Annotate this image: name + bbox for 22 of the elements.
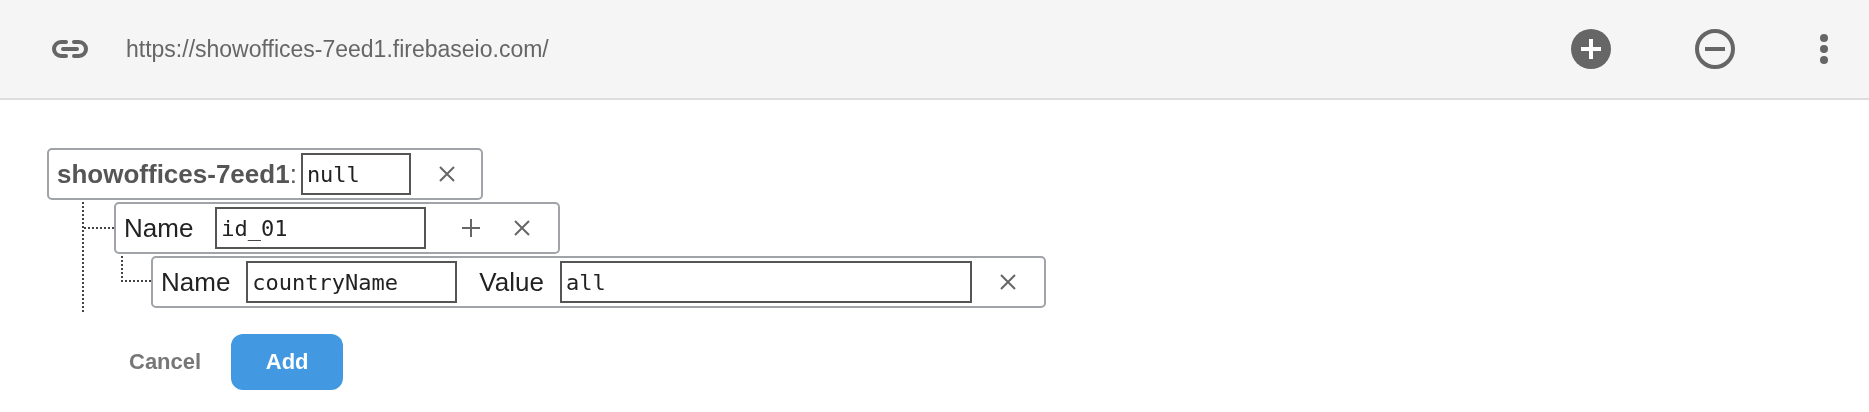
close-icon <box>514 220 531 236</box>
name-field[interactable]: countryName <box>246 261 458 303</box>
link-icon <box>52 39 88 59</box>
plus-circle-icon <box>1571 29 1611 69</box>
cancel-button[interactable]: Cancel <box>115 341 216 383</box>
remove-button[interactable] <box>1695 29 1735 69</box>
value-field[interactable]: all <box>559 261 972 303</box>
add-button[interactable] <box>1571 29 1611 69</box>
close-icon <box>999 274 1016 290</box>
name-label: Name <box>124 212 194 244</box>
root-name: showoffices-7eed1 <box>57 158 290 190</box>
separator: : <box>289 158 297 190</box>
name-label: Name <box>161 266 231 298</box>
database-url: https://showoffices-7eed1.firebaseio.com/ <box>126 35 549 63</box>
value-label: Value <box>479 266 544 298</box>
more-vertical-icon <box>1819 33 1829 65</box>
minus-circle-icon <box>1695 29 1735 69</box>
value-field[interactable]: null <box>300 153 411 195</box>
close-icon <box>438 166 455 182</box>
more-menu-button[interactable] <box>1819 33 1829 65</box>
name-field[interactable]: id_01 <box>215 207 427 249</box>
plus-icon <box>462 219 481 237</box>
